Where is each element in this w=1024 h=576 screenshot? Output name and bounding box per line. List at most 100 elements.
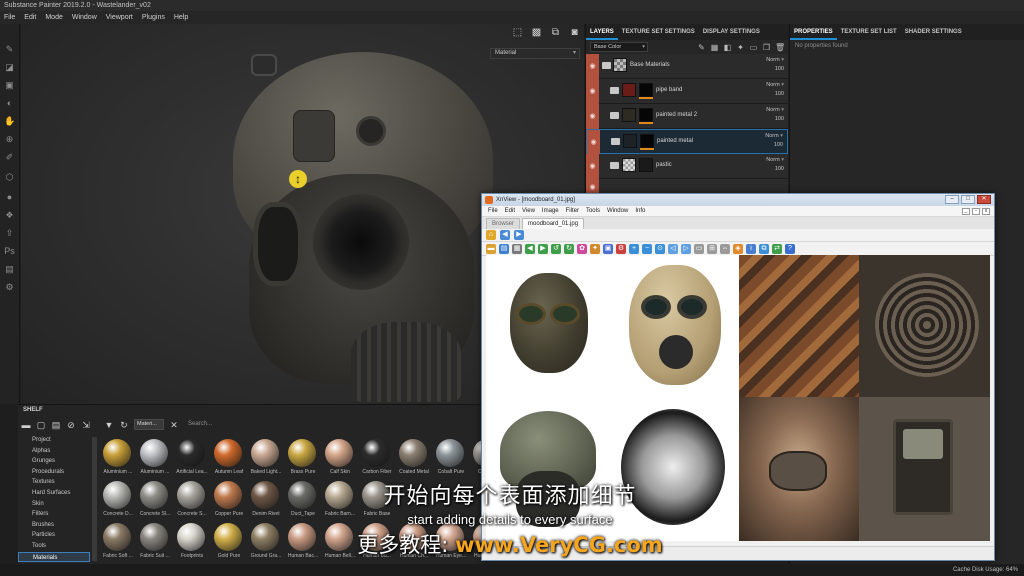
material-thumbnail[interactable]: Concrete Sl... bbox=[137, 481, 173, 521]
zoom-out-icon[interactable]: − bbox=[642, 243, 652, 254]
geometry-mask-icon[interactable]: ◐ bbox=[4, 98, 15, 109]
menu-edit[interactable]: Edit bbox=[24, 14, 36, 21]
eye-icon[interactable]: ◉ bbox=[586, 79, 599, 104]
screenshot-icon[interactable]: ◙ bbox=[569, 27, 580, 38]
clone-stamp-icon[interactable]: ⊕ bbox=[4, 134, 15, 145]
material-thumbnail[interactable]: Aluminium ... bbox=[100, 439, 136, 479]
xn-menu-edit[interactable]: Edit bbox=[505, 208, 515, 214]
material-thumbnail[interactable]: Duct_Tape bbox=[285, 481, 321, 521]
settings-icon[interactable]: ⚙ bbox=[616, 243, 626, 254]
category-tools[interactable]: Tools bbox=[18, 541, 90, 552]
categories-scrollbar[interactable] bbox=[92, 437, 97, 561]
settings-icon[interactable]: ⚙ bbox=[4, 282, 15, 293]
new-icon[interactable]: ▢ bbox=[36, 420, 46, 430]
material-thumbnail[interactable]: Copper Pure bbox=[211, 481, 247, 521]
category-grunges[interactable]: Grunges bbox=[18, 456, 90, 467]
smudge-icon[interactable]: ✋ bbox=[4, 116, 15, 127]
eye-icon[interactable]: ◉ bbox=[586, 104, 599, 129]
tab-shader-settings[interactable]: SHADER SETTINGS bbox=[901, 24, 966, 40]
tab-layers[interactable]: LAYERS bbox=[586, 24, 618, 40]
layer-opacity[interactable]: 100 bbox=[766, 65, 784, 74]
rotate-right-icon[interactable]: ↻ bbox=[564, 243, 574, 254]
fullscreen-icon[interactable]: ▭ bbox=[694, 243, 704, 254]
hide-icon[interactable]: ⊘ bbox=[66, 420, 76, 430]
projection-icon[interactable]: ▣ bbox=[4, 80, 15, 91]
moodboard-image[interactable] bbox=[486, 255, 990, 541]
material-thumbnail[interactable]: Human Ch... bbox=[396, 523, 432, 563]
xn-menu-info[interactable]: Info bbox=[635, 208, 645, 214]
material-thumbnail[interactable]: Brass Pure bbox=[285, 439, 321, 479]
category-project[interactable]: Project bbox=[18, 435, 90, 446]
export-icon[interactable]: ⇪ bbox=[4, 228, 15, 239]
close-button[interactable]: ✕ bbox=[977, 195, 991, 204]
blend-mode[interactable]: Norm bbox=[765, 132, 783, 141]
fill-layer-icon[interactable]: ▦ bbox=[710, 43, 719, 52]
trash-icon[interactable]: 🗑 bbox=[775, 43, 785, 52]
layer-row[interactable]: ◉ pipe band Norm100 bbox=[586, 79, 788, 104]
cube-icon[interactable]: ▩ bbox=[531, 27, 542, 38]
tab-texture-set-list[interactable]: TEXTURE SET LIST bbox=[837, 24, 901, 40]
material-thumbnail[interactable]: Autumn Leaf bbox=[211, 439, 247, 479]
picker-icon[interactable]: ✐ bbox=[4, 152, 15, 163]
tab-properties[interactable]: PROPERTIES bbox=[790, 24, 837, 40]
material-picker-icon[interactable]: ● bbox=[4, 192, 15, 203]
blend-mode[interactable]: Norm bbox=[766, 106, 784, 115]
menu-help[interactable]: Help bbox=[174, 14, 188, 21]
material-thumbnail[interactable]: Fabric Base bbox=[359, 481, 395, 521]
save-icon[interactable]: ▤ bbox=[51, 420, 61, 430]
material-thumbnail[interactable]: Cobalt Pure bbox=[433, 439, 469, 479]
folder-icon[interactable]: ▬ bbox=[21, 420, 31, 430]
tab-moodboard[interactable]: moodboard_01.jpg bbox=[522, 218, 585, 229]
layer-opacity[interactable]: 100 bbox=[765, 141, 783, 150]
material-thumbnail[interactable]: Artificial Lea... bbox=[174, 439, 210, 479]
category-hard-surfaces[interactable]: Hard Surfaces bbox=[18, 488, 90, 499]
back-icon[interactable]: ◀ bbox=[500, 230, 510, 240]
forward-icon[interactable]: ▶ bbox=[514, 230, 524, 240]
xn-menu-view[interactable]: View bbox=[522, 208, 535, 214]
adjust-icon[interactable]: ✿ bbox=[577, 243, 587, 254]
camera-view-icon[interactable]: ⧉ bbox=[550, 27, 561, 38]
help-icon[interactable]: ? bbox=[785, 243, 795, 254]
effect-icon[interactable]: ✦ bbox=[736, 43, 745, 52]
save-icon[interactable]: ▤ bbox=[499, 243, 509, 254]
tab-browser[interactable]: Browser bbox=[486, 218, 521, 229]
paint-layer-icon[interactable]: ✎ bbox=[697, 43, 706, 52]
blend-mode[interactable]: Norm bbox=[766, 81, 784, 90]
layer-row-selected[interactable]: ◉ painted metal Norm100 bbox=[586, 129, 788, 155]
blend-mode[interactable]: Norm bbox=[766, 56, 784, 65]
xn-menu-filter[interactable]: Filter bbox=[566, 208, 579, 214]
eye-icon[interactable]: ◉ bbox=[586, 154, 599, 179]
xn-menu-tools[interactable]: Tools bbox=[586, 208, 600, 214]
material-thumbnail[interactable]: Carbon Fiber bbox=[359, 439, 395, 479]
print-icon[interactable]: ▦ bbox=[512, 243, 522, 254]
material-thumbnail[interactable]: Coated Metal bbox=[396, 439, 432, 479]
xnview-titlebar[interactable]: XnView - [moodboard_01.jpg] bbox=[482, 194, 994, 206]
prev-image-icon[interactable]: ◀ bbox=[525, 243, 535, 254]
xn-menu-file[interactable]: File bbox=[488, 208, 498, 214]
filter-icon[interactable]: ✦ bbox=[590, 243, 600, 254]
zoom-in-icon[interactable]: + bbox=[629, 243, 639, 254]
paint-brush-icon[interactable]: ✎ bbox=[4, 44, 15, 55]
compare-icon[interactable]: ⧉ bbox=[759, 243, 769, 254]
layer-opacity[interactable]: 100 bbox=[766, 115, 784, 124]
category-brushes[interactable]: Brushes bbox=[18, 520, 90, 531]
material-thumbnail[interactable]: Fabric Suit ... bbox=[137, 523, 173, 563]
minimize-button[interactable]: – bbox=[945, 195, 959, 204]
refresh-icon[interactable]: ↻ bbox=[119, 420, 129, 430]
menu-plugins[interactable]: Plugins bbox=[142, 14, 165, 21]
rotate-left-icon[interactable]: ↺ bbox=[551, 243, 561, 254]
layer-row[interactable]: ◉ Base Materials Norm100 bbox=[586, 54, 788, 79]
material-thumbnail[interactable]: Human Bell... bbox=[322, 523, 358, 563]
mdi-minimize-button[interactable]: _ bbox=[962, 208, 970, 215]
display-icon[interactable]: ▤ bbox=[4, 264, 15, 275]
layer-opacity[interactable]: 100 bbox=[766, 165, 784, 174]
viewport-mode-select[interactable]: Material bbox=[490, 48, 580, 59]
menu-file[interactable]: File bbox=[4, 14, 15, 21]
bake-icon[interactable]: ❖ bbox=[4, 210, 15, 221]
category-textures[interactable]: Textures bbox=[18, 477, 90, 488]
material-thumbnail[interactable]: Human Bu... bbox=[359, 523, 395, 563]
material-thumbnail[interactable]: Human Bac... bbox=[285, 523, 321, 563]
home-icon[interactable]: ⌂ bbox=[486, 230, 496, 240]
material-thumbnail[interactable]: Baked Light... bbox=[248, 439, 284, 479]
xn-menu-window[interactable]: Window bbox=[607, 208, 628, 214]
